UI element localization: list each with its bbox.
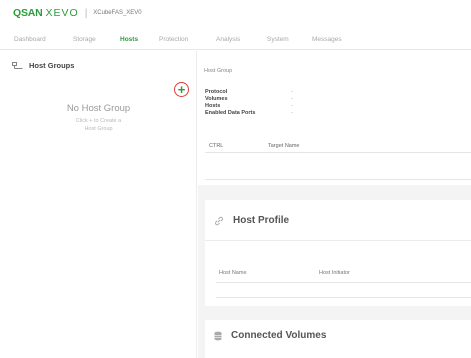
- targets-table-bottom-border: [205, 179, 471, 180]
- empty-hint-line-1: Click + to Create a: [75, 118, 122, 124]
- empty-state-title: No Host Group: [66, 103, 131, 114]
- host-profile-divider: [205, 240, 471, 241]
- host-table-bottom-border: [216, 297, 471, 298]
- hosts-value: -: [291, 103, 293, 109]
- tab-storage[interactable]: Storage: [73, 36, 96, 43]
- tab-dashboard[interactable]: Dashboard: [14, 36, 46, 43]
- protocol-value: -: [291, 89, 293, 95]
- column-target-name: Target Name: [268, 143, 300, 149]
- connected-volumes-title: Connected Volumes: [231, 330, 327, 341]
- add-host-group-button[interactable]: +: [174, 82, 189, 97]
- enabled-data-ports-value: -: [291, 110, 293, 116]
- tab-analysis[interactable]: Analysis: [216, 36, 240, 43]
- device-name: XCubeFAS_XEV0: [93, 10, 142, 16]
- volumes-value: -: [291, 96, 293, 102]
- host-profile-header: Host Profile: [214, 215, 289, 226]
- brand-primary: QSAN: [13, 7, 43, 19]
- host-profile-title: Host Profile: [233, 215, 290, 226]
- protocol-label: Protocol: [205, 89, 228, 95]
- tab-hosts[interactable]: Hosts: [120, 36, 138, 43]
- brand-logo: QSAN XEVO |: [13, 7, 93, 19]
- host-table-header-border: [216, 282, 471, 283]
- host-profile-card: Host Profile Host Name Host Initiator: [205, 200, 471, 306]
- connected-volumes-card: Connected Volumes: [205, 320, 471, 358]
- tab-messages[interactable]: Messages: [312, 36, 342, 43]
- column-host-initiator: Host Initiator: [319, 270, 350, 276]
- column-ctrl: CTRL: [209, 143, 224, 149]
- host-group-label: Host Group: [204, 68, 233, 74]
- column-host-name: Host Name: [219, 270, 247, 276]
- tab-system[interactable]: System: [267, 36, 289, 43]
- enabled-data-ports-label: Enabled Data Ports: [205, 110, 256, 116]
- empty-state-hint: Click + to Create a Host Group: [0, 118, 197, 134]
- main-panel: Host Group Protocol - Volumes - Hosts - …: [198, 51, 471, 358]
- empty-hint-line-2: Host Group: [84, 125, 113, 132]
- volumes-label: Volumes: [205, 96, 228, 102]
- host-groups-sidebar: Host Groups + No Host Group Click + to C…: [0, 51, 197, 358]
- host-groups-header: Host Groups: [12, 61, 74, 70]
- connected-volumes-header: Connected Volumes: [214, 330, 326, 341]
- tab-protection[interactable]: Protection: [159, 36, 188, 43]
- link-icon: [214, 216, 224, 226]
- hosts-label: Hosts: [205, 103, 221, 109]
- main-nav: Dashboard Storage Hosts Protection Analy…: [0, 26, 471, 50]
- brand-product: XEVO: [45, 7, 79, 19]
- host-groups-icon: [12, 61, 23, 69]
- host-groups-title: Host Groups: [29, 61, 75, 70]
- plus-icon: +: [177, 82, 186, 97]
- database-icon: [214, 331, 222, 341]
- top-bar: QSAN XEVO | XCubeFAS_XEV0: [0, 0, 471, 26]
- brand-separator: |: [84, 7, 88, 19]
- targets-table-header: CTRL Target Name: [205, 139, 471, 153]
- host-group-card: Host Group Protocol - Volumes - Hosts - …: [198, 51, 471, 185]
